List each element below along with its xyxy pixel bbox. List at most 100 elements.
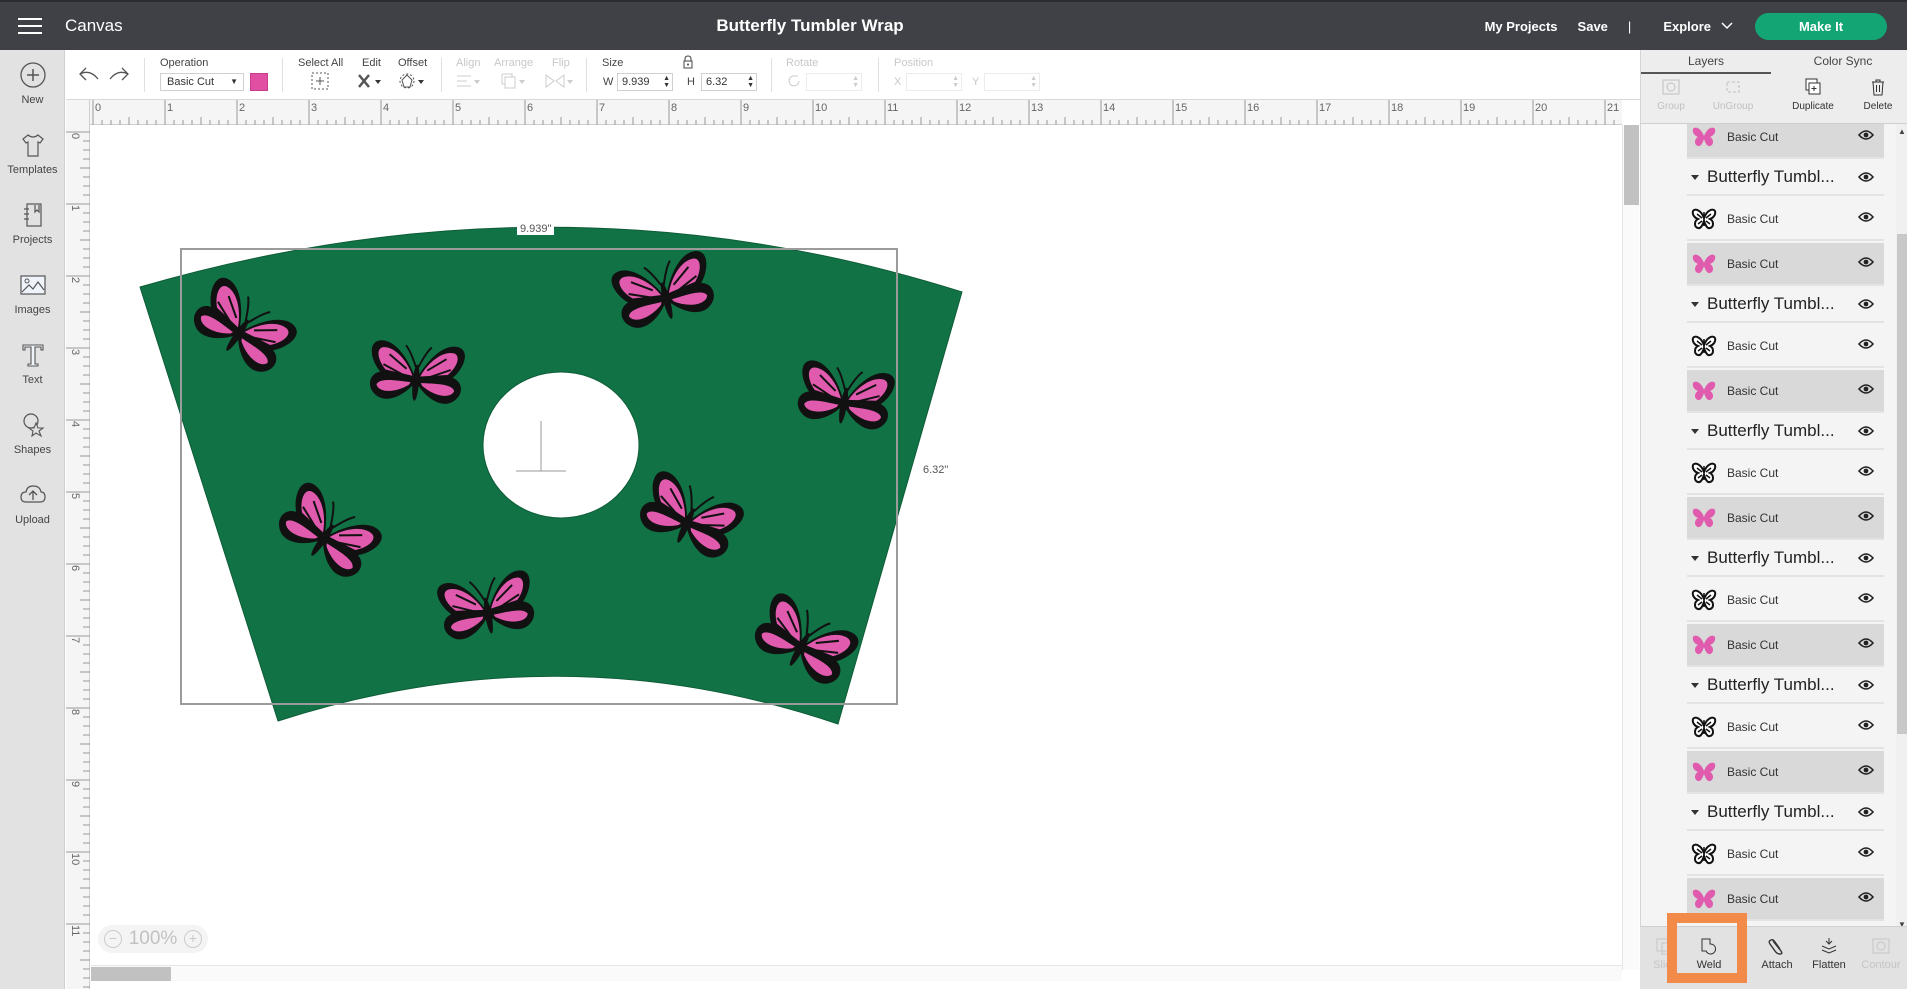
ruler-label: 12 <box>959 102 971 114</box>
spinner-icon[interactable]: ▲ ▼ <box>663 75 670 89</box>
operation-value: Basic Cut <box>167 76 215 88</box>
layer-item-row[interactable]: Basic Cut <box>1687 579 1884 622</box>
sidebar-item-text[interactable]: Text <box>0 332 65 396</box>
sidebar-item-upload[interactable]: Upload <box>0 472 65 536</box>
visibility-eye-icon[interactable] <box>1858 465 1874 477</box>
save-link[interactable]: Save <box>1578 19 1608 34</box>
layer-item-row[interactable]: Basic Cut <box>1687 878 1884 921</box>
visibility-eye-icon[interactable] <box>1858 298 1874 310</box>
visibility-eye-icon[interactable] <box>1858 764 1874 776</box>
layer-group-row[interactable]: Butterfly Tumbl... <box>1687 415 1884 450</box>
canvas-vertical-scrollbar[interactable] <box>1622 125 1639 970</box>
lock-icon[interactable] <box>682 55 694 69</box>
canvas-horizontal-scrollbar[interactable] <box>91 965 1622 981</box>
black-butterfly-thumbnail <box>1691 714 1717 740</box>
design-artwork[interactable] <box>91 125 1622 970</box>
group-button: Group <box>1641 78 1701 112</box>
weld-icon <box>1701 938 1717 955</box>
collapse-caret-icon[interactable] <box>1691 810 1699 815</box>
scrollbar-thumb[interactable] <box>1897 234 1907 734</box>
width-input[interactable]: 9.939 ▲ ▼ <box>617 73 673 91</box>
tab-color-sync[interactable]: Color Sync <box>1778 50 1907 74</box>
design-canvas[interactable]: 9.939" 6.32" <box>91 125 1622 970</box>
cup-hole-circle[interactable] <box>482 371 640 519</box>
layer-group-row[interactable]: Butterfly Tumbl... <box>1687 796 1884 831</box>
sidebar-item-projects[interactable]: Projects <box>0 192 65 256</box>
sidebar-item-images[interactable]: Images <box>0 262 65 326</box>
collapse-caret-icon[interactable] <box>1691 683 1699 688</box>
visibility-eye-icon[interactable] <box>1858 425 1874 437</box>
sidebar-item-new[interactable]: New <box>0 52 65 116</box>
rotate-icon <box>788 75 800 87</box>
height-input[interactable]: 6.32 ▲ ▼ <box>701 73 757 91</box>
layer-item-row[interactable]: Basic Cut <box>1687 833 1884 876</box>
select-all-icon[interactable] <box>311 72 329 90</box>
visibility-eye-icon[interactable] <box>1858 592 1874 604</box>
spinner-icon[interactable]: ▲ ▼ <box>747 75 754 89</box>
layer-item-row[interactable]: Basic Cut <box>1687 624 1884 667</box>
collapse-caret-icon[interactable] <box>1691 556 1699 561</box>
undo-icon[interactable] <box>78 65 100 83</box>
layer-item-row[interactable]: Basic Cut <box>1687 751 1884 794</box>
visibility-eye-icon[interactable] <box>1858 129 1874 141</box>
zoom-in-button[interactable]: + <box>183 930 202 948</box>
visibility-eye-icon[interactable] <box>1858 637 1874 649</box>
layer-actions-bar: Group UnGroup Duplicate Delete <box>1641 74 1907 124</box>
operation-select[interactable]: Basic Cut ▼ <box>160 73 244 91</box>
sidebar-item-shapes[interactable]: Shapes <box>0 402 65 466</box>
attach-button[interactable]: Attach <box>1752 937 1802 971</box>
scrollbar-thumb[interactable] <box>91 967 171 981</box>
flatten-button[interactable]: Flatten <box>1804 937 1854 971</box>
visibility-eye-icon[interactable] <box>1858 171 1874 183</box>
layer-group-name: Butterfly Tumbl... <box>1707 167 1835 186</box>
visibility-eye-icon[interactable] <box>1858 552 1874 564</box>
layer-item-row[interactable]: Basic Cut <box>1687 370 1884 413</box>
scroll-up-icon[interactable]: ▲ <box>1898 127 1906 136</box>
collapse-caret-icon[interactable] <box>1691 302 1699 307</box>
visibility-eye-icon[interactable] <box>1858 211 1874 223</box>
layer-item-row[interactable]: Basic Cut <box>1687 497 1884 540</box>
layer-operation-name: Basic Cut <box>1727 257 1779 271</box>
sidebar-label: New <box>21 94 44 106</box>
size-label: Size <box>602 57 624 69</box>
layer-group-row[interactable]: Butterfly Tumbl... <box>1687 542 1884 577</box>
layer-item-row[interactable]: Basic Cut <box>1687 325 1884 368</box>
layer-item-row[interactable]: Basic Cut <box>1687 452 1884 495</box>
layer-group-row[interactable]: Butterfly Tumbl... <box>1687 669 1884 704</box>
layer-item-row[interactable]: Basic Cut <box>1687 243 1884 286</box>
redo-icon[interactable] <box>108 65 130 83</box>
explore-dropdown[interactable]: Explore <box>1663 19 1733 34</box>
visibility-eye-icon[interactable] <box>1858 383 1874 395</box>
weld-button[interactable]: Weld <box>1684 937 1734 971</box>
make-it-button[interactable]: Make It <box>1755 12 1887 40</box>
layer-item-row[interactable]: Basic Cut <box>1687 198 1884 241</box>
collapse-caret-icon[interactable] <box>1691 429 1699 434</box>
visibility-eye-icon[interactable] <box>1858 679 1874 691</box>
duplicate-button[interactable]: Duplicate <box>1783 78 1843 112</box>
scrollbar-thumb[interactable] <box>1624 125 1639 205</box>
sidebar-item-templates[interactable]: Templates <box>0 122 65 186</box>
layers-scrollbar[interactable]: ▲ ▼ <box>1896 124 1907 932</box>
delete-button[interactable]: Delete <box>1848 78 1907 112</box>
zoom-out-button[interactable]: − <box>104 930 122 948</box>
visibility-eye-icon[interactable] <box>1858 891 1874 903</box>
ruler-label: 8 <box>69 709 81 715</box>
edit-tools-icon[interactable] <box>356 72 384 90</box>
slice-button: Slice <box>1640 937 1690 971</box>
operation-color-swatch[interactable] <box>250 73 268 91</box>
collapse-caret-icon[interactable] <box>1691 175 1699 180</box>
visibility-eye-icon[interactable] <box>1858 719 1874 731</box>
visibility-eye-icon[interactable] <box>1858 256 1874 268</box>
visibility-eye-icon[interactable] <box>1858 806 1874 818</box>
visibility-eye-icon[interactable] <box>1858 510 1874 522</box>
layer-group-row[interactable]: Butterfly Tumbl... <box>1687 288 1884 323</box>
visibility-eye-icon[interactable] <box>1858 338 1874 350</box>
offset-icon[interactable] <box>399 72 427 90</box>
my-projects-link[interactable]: My Projects <box>1485 19 1558 34</box>
visibility-eye-icon[interactable] <box>1858 846 1874 858</box>
tab-layers[interactable]: Layers <box>1641 50 1771 74</box>
layer-item-row[interactable]: Basic Cut <box>1687 124 1884 159</box>
flatten-label: Flatten <box>1812 959 1846 971</box>
layer-item-row[interactable]: Basic Cut <box>1687 706 1884 749</box>
layer-group-row[interactable]: Butterfly Tumbl... <box>1687 161 1884 196</box>
